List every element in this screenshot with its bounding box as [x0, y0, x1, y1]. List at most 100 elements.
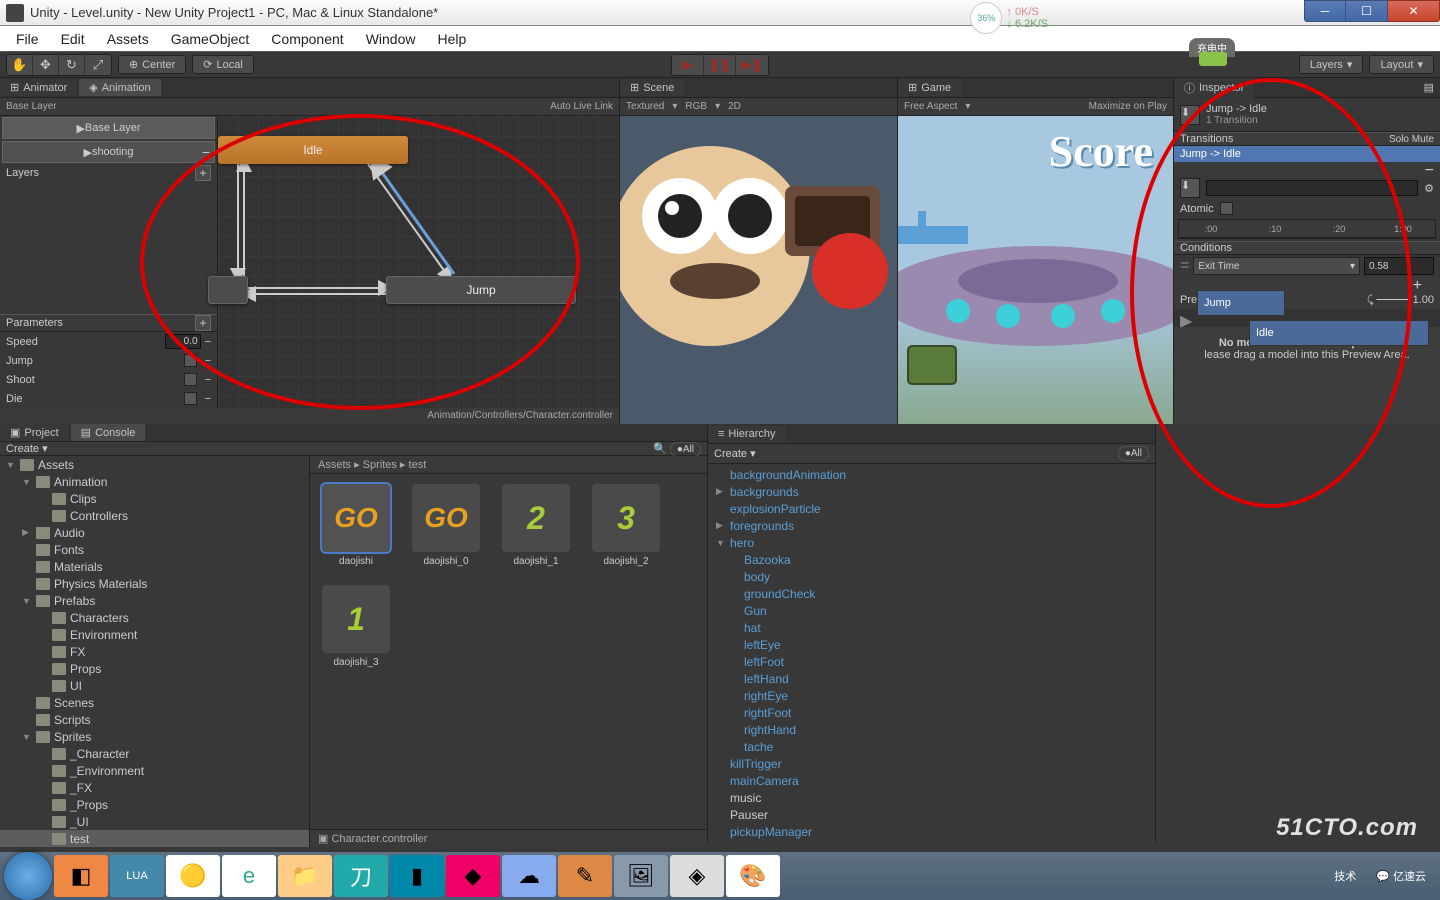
tab-hierarchy[interactable]: ≡ Hierarchy	[708, 426, 786, 442]
game-viewport[interactable]: Score	[898, 116, 1173, 424]
hierarchy-Gun[interactable]: Gun	[708, 602, 1155, 619]
tree-item-scripts[interactable]: Scripts	[0, 711, 309, 728]
tree-item-animation[interactable]: ▼Animation	[0, 473, 309, 490]
tree-item-clips[interactable]: Clips	[0, 490, 309, 507]
hierarchy-rightEye[interactable]: rightEye	[708, 687, 1155, 704]
param-jump[interactable]: Jump−	[0, 351, 217, 370]
tab-animator[interactable]: ⊞ Animator	[0, 79, 77, 96]
start-button[interactable]	[4, 852, 52, 900]
tab-inspector[interactable]: ⓘ Inspector	[1174, 78, 1254, 98]
state-jump[interactable]: Jump	[386, 276, 576, 304]
project-breadcrumb[interactable]: Assets ▸ Sprites ▸ test	[310, 456, 707, 474]
asset-daojishi_0[interactable]: GOdaojishi_0	[410, 484, 482, 567]
tree-item-props[interactable]: Props	[0, 660, 309, 677]
breadcrumb-base-layer[interactable]: Base Layer	[6, 101, 57, 112]
taskbar-chrome[interactable]: 🟡	[166, 855, 220, 897]
menu-component[interactable]: Component	[263, 29, 351, 49]
taskbar-explorer[interactable]: 📁	[278, 855, 332, 897]
taskbar-tray[interactable]: 技术💬 亿速云	[1334, 868, 1436, 884]
tree-item-_fx[interactable]: _FX	[0, 779, 309, 796]
hierarchy-tree[interactable]: backgroundAnimation▶backgroundsexplosion…	[708, 464, 1155, 842]
asset-grid[interactable]: GOdaojishiGOdaojishi_02daojishi_13daojis…	[310, 474, 707, 829]
project-create-dropdown[interactable]: Create ▾	[6, 442, 48, 455]
tree-item-_character[interactable]: _Character	[0, 745, 309, 762]
hierarchy-leftHand[interactable]: leftHand	[708, 670, 1155, 687]
hand-tool[interactable]: ✋	[7, 55, 33, 75]
transition-item[interactable]: Jump -> Idle	[1174, 146, 1440, 162]
hierarchy-Bazooka[interactable]: Bazooka	[708, 551, 1155, 568]
hierarchy-leftEye[interactable]: leftEye	[708, 636, 1155, 653]
hierarchy-backgroundAnimation[interactable]: backgroundAnimation	[708, 466, 1155, 483]
hierarchy-foregrounds[interactable]: ▶foregrounds	[708, 517, 1155, 534]
param-shoot[interactable]: Shoot−	[0, 370, 217, 389]
scene-rgb[interactable]: RGB	[685, 101, 707, 112]
scene-2d[interactable]: 2D	[728, 101, 741, 112]
tree-item-environment[interactable]: Environment	[0, 626, 309, 643]
scene-shading[interactable]: Textured	[626, 101, 664, 112]
close-button[interactable]: ✕	[1388, 0, 1440, 22]
layers-dropdown[interactable]: Layers ▾	[1299, 55, 1364, 74]
hierarchy-explosionParticle[interactable]: explosionParticle	[708, 500, 1155, 517]
hierarchy-spawners[interactable]: ▼spawners	[708, 840, 1155, 842]
layer-base[interactable]: ▶ Base Layer	[2, 117, 215, 139]
menu-file[interactable]: File	[8, 29, 47, 49]
play-button[interactable]: ▶	[672, 55, 704, 75]
condition-value-field[interactable]	[1364, 257, 1434, 275]
asset-daojishi[interactable]: GOdaojishi	[320, 484, 392, 567]
pause-button[interactable]: ❚❚	[704, 55, 736, 75]
tree-item-materials[interactable]: Materials	[0, 558, 309, 575]
layer-shooting[interactable]: ▶ shooting−	[2, 141, 215, 163]
hierarchy-hero[interactable]: ▼hero	[708, 534, 1155, 551]
tree-item-assets[interactable]: ▼Assets	[0, 456, 309, 473]
hierarchy-rightHand[interactable]: rightHand	[708, 721, 1155, 738]
tree-item-test[interactable]: test	[0, 830, 309, 847]
tree-item-fx[interactable]: FX	[0, 643, 309, 660]
state-unnamed[interactable]	[208, 276, 248, 304]
tree-item-physics-materials[interactable]: Physics Materials	[0, 575, 309, 592]
gear-icon[interactable]: ⚙	[1424, 182, 1434, 195]
taskbar-ie[interactable]: e	[222, 855, 276, 897]
hierarchy-hat[interactable]: hat	[708, 619, 1155, 636]
tree-item-_props[interactable]: _Props	[0, 796, 309, 813]
add-condition[interactable]: +	[1174, 277, 1440, 291]
rotate-tool[interactable]: ↻	[59, 55, 85, 75]
taskbar-app-5[interactable]: ◆	[446, 855, 500, 897]
asset-daojishi_2[interactable]: 3daojishi_2	[590, 484, 662, 567]
state-idle[interactable]: Idle	[218, 136, 408, 164]
pivot-toggle[interactable]: ⊕ Center	[118, 55, 186, 74]
add-param-button[interactable]: +	[195, 315, 211, 331]
menu-assets[interactable]: Assets	[99, 29, 157, 49]
minimize-button[interactable]: ─	[1304, 0, 1346, 22]
animator-graph[interactable]: Idle Jump	[218, 116, 619, 408]
auto-live-link[interactable]: Auto Live Link	[550, 101, 613, 112]
maximize-button[interactable]: ☐	[1346, 0, 1388, 22]
hierarchy-Pauser[interactable]: Pauser	[708, 806, 1155, 823]
taskbar-app-3[interactable]: 刀	[334, 855, 388, 897]
condition-type-dropdown[interactable]: Exit Time▾	[1193, 257, 1360, 275]
layout-dropdown[interactable]: Layout ▾	[1369, 55, 1434, 74]
timeline-clip-jump[interactable]: Jump	[1197, 290, 1285, 316]
menu-edit[interactable]: Edit	[53, 29, 93, 49]
game-aspect[interactable]: Free Aspect	[904, 101, 957, 112]
tree-item-audio[interactable]: ▶Audio	[0, 524, 309, 541]
tree-item-sprites[interactable]: ▼Sprites	[0, 728, 309, 745]
remove-transition[interactable]: −	[1174, 162, 1440, 176]
param-speed[interactable]: Speed−	[0, 332, 217, 351]
taskbar-app-2[interactable]: LUA	[110, 855, 164, 897]
hierarchy-pickupManager[interactable]: pickupManager	[708, 823, 1155, 840]
tree-item-fonts[interactable]: Fonts	[0, 541, 309, 558]
hierarchy-create-dropdown[interactable]: Create ▾	[714, 447, 756, 460]
taskbar-app-8[interactable]: 🖼	[614, 855, 668, 897]
move-tool[interactable]: ✥	[33, 55, 59, 75]
hierarchy-mainCamera[interactable]: mainCamera	[708, 772, 1155, 789]
project-tree[interactable]: ▼Assets▼AnimationClipsControllers▶AudioF…	[0, 456, 310, 847]
menu-help[interactable]: Help	[429, 29, 474, 49]
taskbar-app-4[interactable]: ▮	[390, 855, 444, 897]
search-icon[interactable]: 🔍	[653, 443, 667, 455]
tab-game[interactable]: ⊞ Game	[898, 79, 961, 96]
step-button[interactable]: ▶❚	[736, 55, 768, 75]
timeline-clip-idle[interactable]: Idle	[1249, 320, 1429, 346]
hierarchy-groundCheck[interactable]: groundCheck	[708, 585, 1155, 602]
tab-console[interactable]: ▤ Console	[71, 424, 146, 441]
param-die[interactable]: Die−	[0, 389, 217, 408]
